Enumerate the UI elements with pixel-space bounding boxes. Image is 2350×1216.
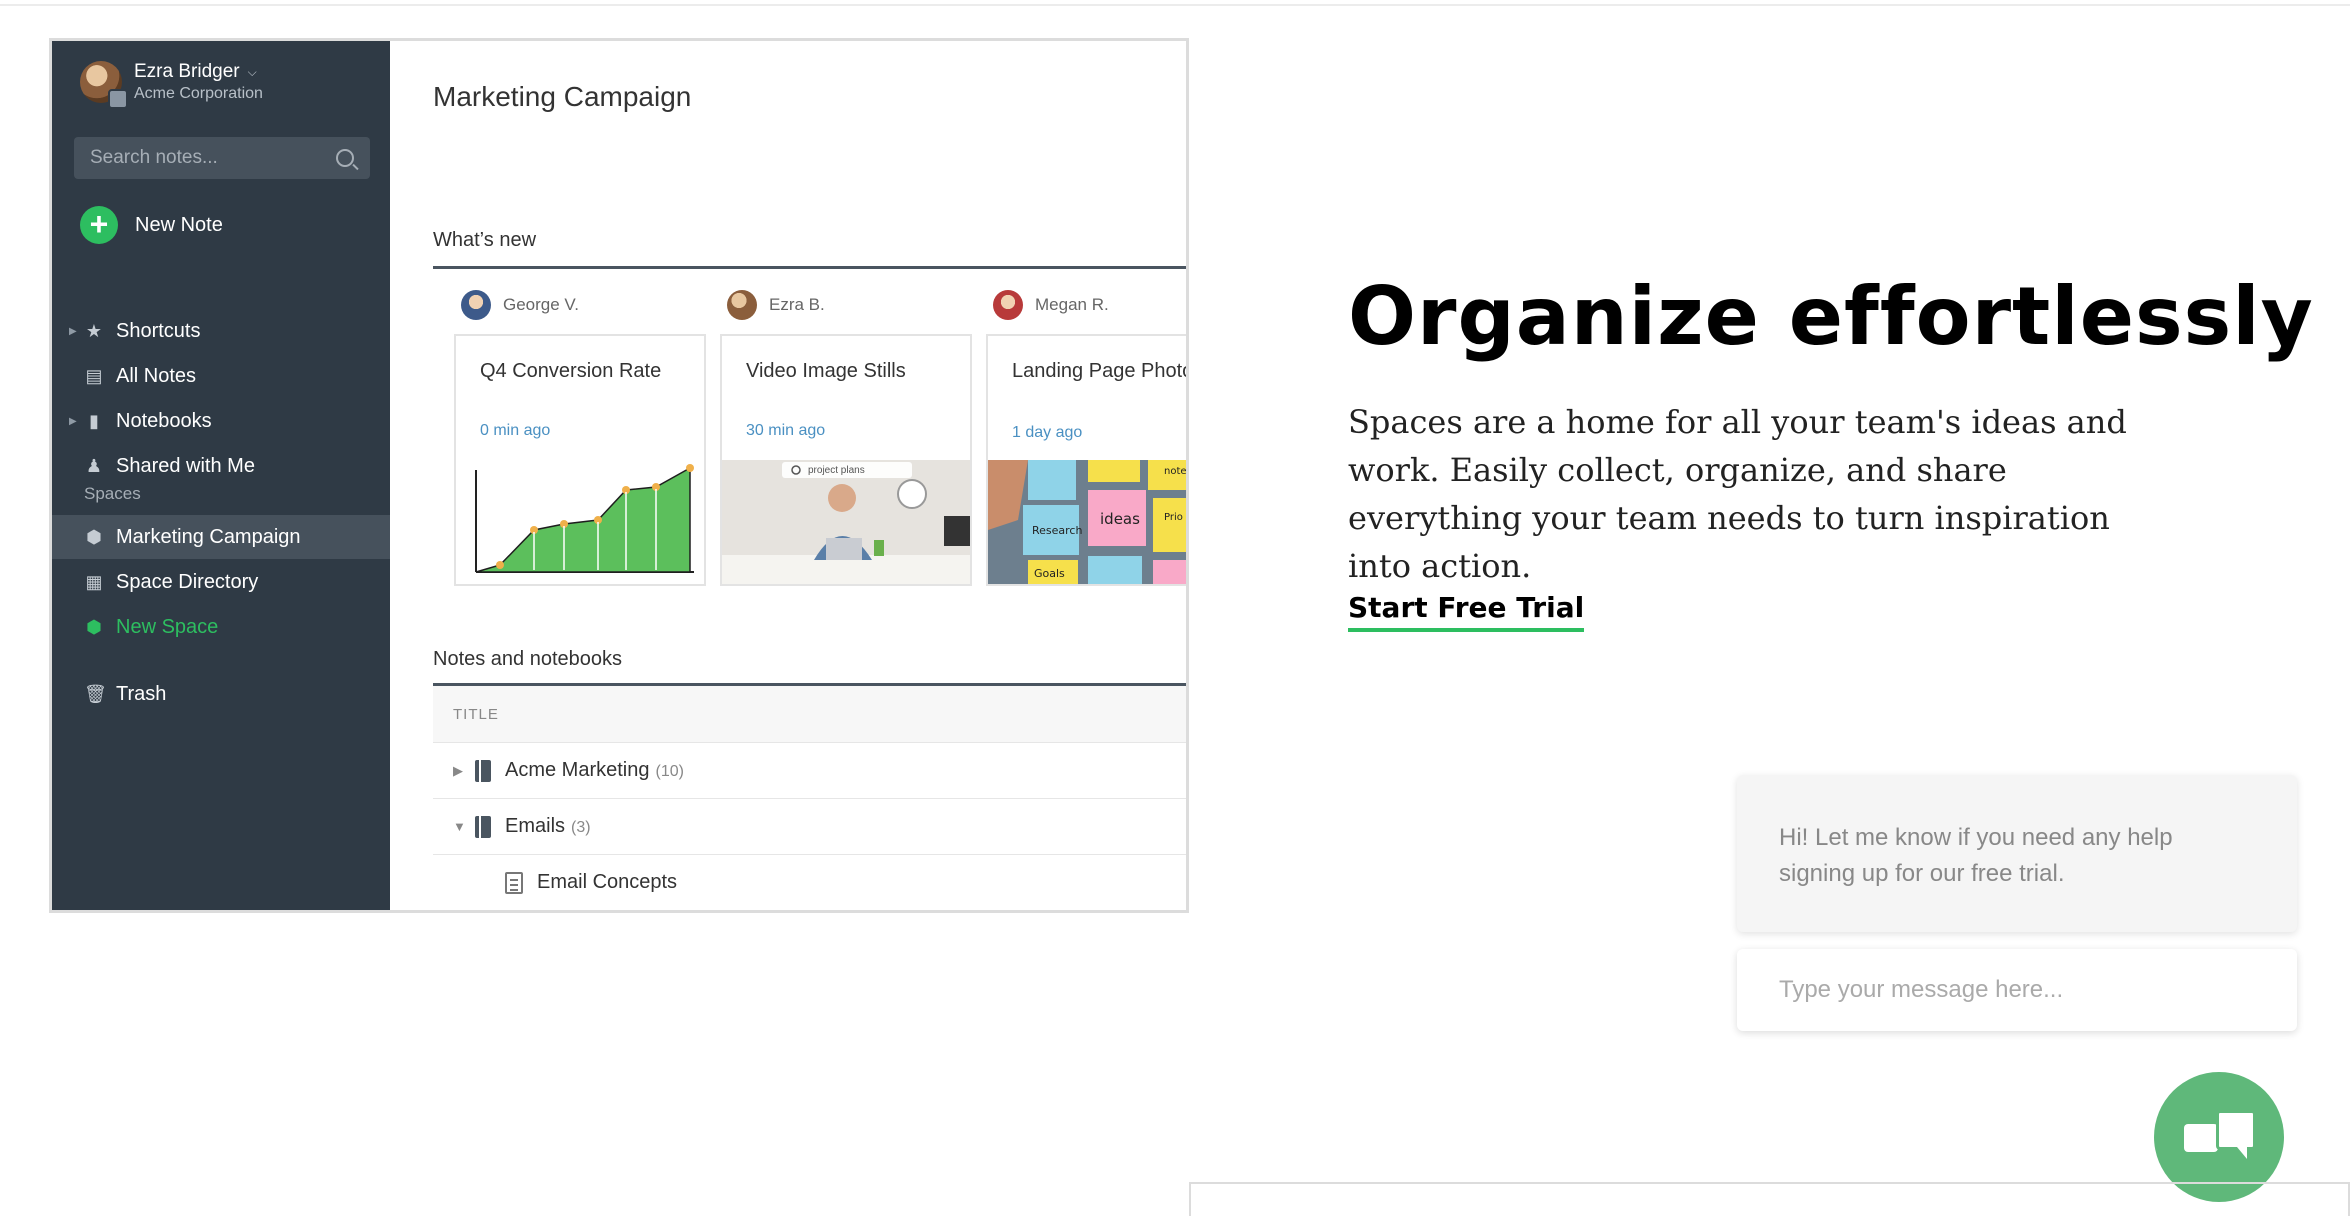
line-chart-thumbnail xyxy=(475,464,694,573)
search-icon xyxy=(336,149,354,167)
card-author: George V. xyxy=(454,289,706,321)
table-header[interactable]: TITLE xyxy=(433,686,1186,743)
building-icon: ▦ xyxy=(85,572,103,592)
chat-bubble-icon xyxy=(2216,1110,2256,1159)
user-menu[interactable]: Ezra Bridger ⌵ Acme Corporation xyxy=(80,61,263,109)
sidebar-item-label: Space Directory xyxy=(116,570,259,593)
chat-message-input[interactable]: Type your message here... xyxy=(1737,949,2297,1031)
photo-overlay-text: project plans xyxy=(808,465,865,476)
table-row[interactable]: Email Concepts xyxy=(433,855,1186,910)
plus-icon: + xyxy=(80,206,118,244)
notebook-icon xyxy=(475,759,491,782)
main-pane: Marketing Campaign What’s new George V. … xyxy=(390,41,1186,910)
row-title: Emails xyxy=(505,815,566,837)
new-note-label: New Note xyxy=(135,213,223,236)
sidebar-item-shortcuts[interactable]: ▶ ★ Shortcuts xyxy=(52,309,390,353)
top-divider xyxy=(0,4,2350,6)
author-name: Megan R. xyxy=(1035,295,1109,314)
card-time: 30 min ago xyxy=(746,422,826,439)
sticky-note-text: ideas xyxy=(1100,510,1140,528)
card-column: Ezra B. Video Image Stills 30 min ago pr… xyxy=(720,289,972,586)
row-count: (3) xyxy=(571,819,591,836)
chevron-down-icon: ⌵ xyxy=(247,64,257,79)
sidebar-item-label: All Notes xyxy=(116,364,197,387)
note-card[interactable]: Video Image Stills 30 min ago project pl… xyxy=(720,334,972,586)
spaces-heading: Spaces xyxy=(84,484,141,503)
section-divider xyxy=(433,266,1186,269)
photo-thumbnail: Research ideas Goals Prio Plan note xyxy=(988,460,1189,584)
sidebar-item-label: Notebooks xyxy=(116,409,212,432)
author-name: Ezra B. xyxy=(769,295,825,314)
sidebar-item-label: New Space xyxy=(116,615,219,638)
note-card[interactable]: Landing Page Photos 1 day ago Research i… xyxy=(986,334,1189,586)
notebook-icon: ▮ xyxy=(89,411,99,431)
note-icon xyxy=(505,871,523,894)
avatar xyxy=(80,61,128,109)
note-card[interactable]: Q4 Conversion Rate 0 min ago xyxy=(454,334,706,586)
sidebar-item-label: Shortcuts xyxy=(116,319,201,342)
sticky-note-text: Prio Plan xyxy=(1164,512,1189,523)
notebook-icon xyxy=(475,815,491,838)
author-avatar xyxy=(461,290,491,320)
table-row[interactable]: ▼ Emails (3) xyxy=(433,799,1186,855)
sidebar-item-space-directory[interactable]: ▦ Space Directory xyxy=(52,560,390,604)
star-icon: ★ xyxy=(85,321,103,341)
card-time: 1 day ago xyxy=(1012,424,1083,441)
notes-notebooks-heading: Notes and notebooks xyxy=(433,648,623,670)
card-time: 0 min ago xyxy=(480,422,551,439)
card-column: Megan R. Landing Page Photos 1 day ago R… xyxy=(986,289,1186,586)
sidebar-item-label: Marketing Campaign xyxy=(116,525,301,548)
sidebar-item-trash[interactable]: 🗑 Trash xyxy=(52,672,390,716)
sticky-note-text: Research xyxy=(1032,524,1082,537)
card-author: Ezra B. xyxy=(720,289,972,321)
author-name: George V. xyxy=(503,295,579,314)
user-name: Ezra Bridger xyxy=(134,61,240,82)
app-screenshot: Ezra Bridger ⌵ Acme Corporation Search no… xyxy=(49,38,1189,913)
photo-thumbnail xyxy=(722,460,970,584)
caret-right-icon[interactable]: ▶ xyxy=(453,763,463,779)
card-title: Q4 Conversion Rate xyxy=(480,360,662,382)
body-copy: Spaces are a home for all your team's id… xyxy=(1348,403,2127,585)
sidebar: Ezra Bridger ⌵ Acme Corporation Search no… xyxy=(52,41,390,910)
start-free-trial-link[interactable]: Start Free Trial xyxy=(1348,591,1585,632)
sidebar-item-label: Shared with Me xyxy=(116,454,255,477)
chat-message: Hi! Let me know if you need any help sig… xyxy=(1737,775,2297,932)
note-icon: ▤ xyxy=(85,366,103,386)
author-avatar xyxy=(727,290,757,320)
sticky-note-text: Goals xyxy=(1034,567,1065,580)
card-author: Megan R. xyxy=(986,289,1186,321)
org-badge-icon xyxy=(108,89,128,109)
people-icon: ♟ xyxy=(85,456,103,476)
table-row[interactable]: ▶ Acme Marketing (10) xyxy=(433,743,1186,799)
caret-down-icon[interactable]: ▼ xyxy=(453,819,466,834)
new-space-icon: ⬢ xyxy=(86,617,102,637)
cube-icon: ⬢ xyxy=(86,527,102,547)
sticky-note-text: note xyxy=(1164,466,1187,477)
page-title: Marketing Campaign xyxy=(433,81,692,112)
card-title: Landing Page Photos xyxy=(1012,360,1189,382)
row-count: (10) xyxy=(655,763,684,780)
footer-panel-edge xyxy=(1189,1182,2350,1216)
sidebar-item-label: Trash xyxy=(116,682,167,705)
headline: Organize effortlessly xyxy=(1348,270,2314,363)
author-avatar xyxy=(993,290,1023,320)
chat-bubble-icon xyxy=(2184,1124,2218,1152)
caret-right-icon[interactable]: ▶ xyxy=(69,326,77,337)
search-placeholder: Search notes... xyxy=(90,147,218,168)
sidebar-item-new-space[interactable]: ⬢ New Space xyxy=(52,605,390,649)
card-column: George V. Q4 Conversion Rate 0 min ago xyxy=(454,289,706,586)
whats-new-heading: What’s new xyxy=(433,229,537,251)
sidebar-item-shared[interactable]: ♟ Shared with Me xyxy=(52,444,390,488)
sidebar-item-all-notes[interactable]: ▤ All Notes xyxy=(52,354,390,398)
sidebar-item-marketing-campaign[interactable]: ⬢ Marketing Campaign xyxy=(52,515,390,559)
sidebar-item-notebooks[interactable]: ▶ ▮ Notebooks xyxy=(52,399,390,443)
caret-right-icon[interactable]: ▶ xyxy=(69,416,77,427)
card-title: Video Image Stills xyxy=(746,360,906,382)
new-note-button[interactable]: + New Note xyxy=(80,206,223,244)
trash-icon: 🗑 xyxy=(84,684,107,704)
user-org: Acme Corporation xyxy=(134,85,263,102)
row-title: Email Concepts xyxy=(537,871,678,893)
row-title: Acme Marketing xyxy=(505,759,650,781)
search-input[interactable]: Search notes... xyxy=(74,137,370,179)
